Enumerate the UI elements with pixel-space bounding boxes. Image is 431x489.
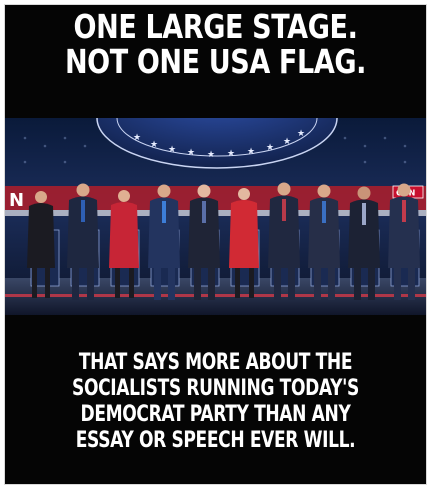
meme-image: ONE LARGE STAGE. NOT ONE USA FLAG. ★ ★ ★… — [4, 4, 427, 485]
svg-text:★: ★ — [187, 148, 195, 158]
bottom-caption-line-4: ESSAY OR SPEECH EVER WILL. — [75, 427, 356, 453]
bottom-caption-line-2: SOCIALISTS RUNNING TODAY'S — [72, 375, 359, 401]
bottom-caption: THAT SAYS MORE ABOUT THE SOCIALISTS RUNN… — [5, 349, 426, 453]
svg-text:★: ★ — [266, 143, 274, 153]
svg-text:★: ★ — [150, 140, 158, 150]
svg-text:★: ★ — [297, 129, 305, 139]
banner-letter-left: N — [9, 190, 24, 211]
bottom-caption-line-3: DEMOCRAT PARTY THAN ANY — [80, 401, 351, 427]
debate-stage-photo: ★★★ ★★★ ★★★ ★ N CNN — [5, 118, 426, 315]
top-caption-line-2: NOT ONE USA FLAG. — [64, 42, 367, 81]
svg-text:★: ★ — [227, 149, 235, 159]
svg-text:★: ★ — [283, 137, 291, 147]
top-caption: ONE LARGE STAGE. NOT ONE USA FLAG. — [5, 9, 426, 79]
svg-text:★: ★ — [133, 133, 141, 143]
svg-text:★: ★ — [247, 147, 255, 157]
top-caption-line-1: ONE LARGE STAGE. — [73, 7, 358, 46]
svg-text:★: ★ — [207, 150, 215, 160]
svg-text:★: ★ — [168, 145, 176, 155]
bottom-caption-line-1: THAT SAYS MORE ABOUT THE — [78, 349, 353, 375]
